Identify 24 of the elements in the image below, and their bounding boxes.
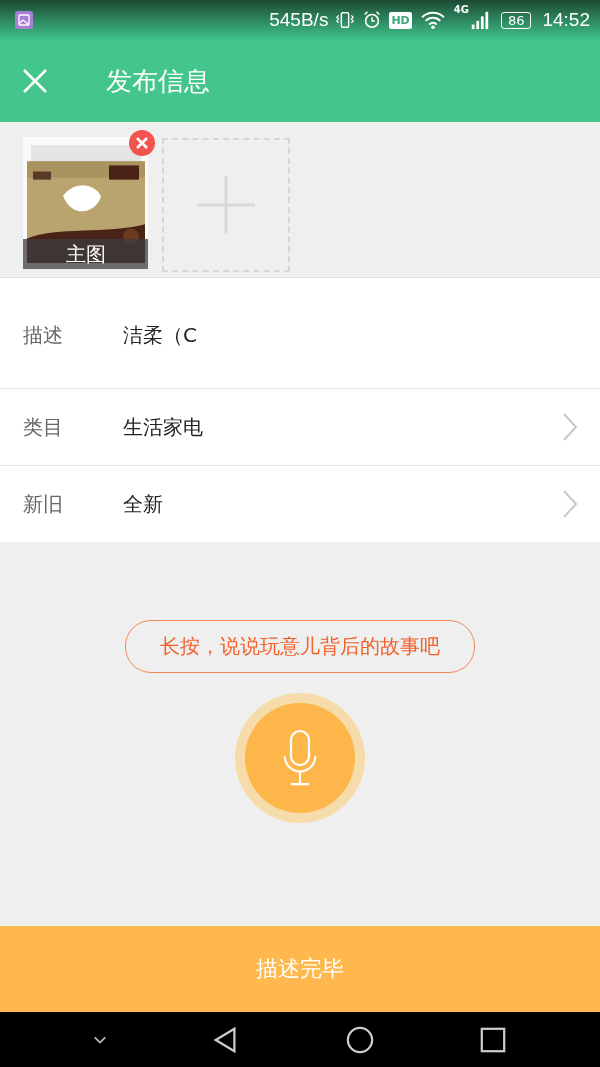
recents-icon[interactable] xyxy=(479,1025,508,1054)
close-icon[interactable] xyxy=(22,68,48,94)
network-speed: 545B/s xyxy=(269,9,329,31)
gallery-icon xyxy=(14,10,34,30)
wifi-icon xyxy=(418,10,447,30)
battery-indicator: 86 xyxy=(500,11,532,29)
microphone-icon xyxy=(282,728,318,788)
field-value: 全新 xyxy=(123,490,164,518)
hint-bubble: 长按，说说玩意儿背后的故事吧 xyxy=(125,620,475,673)
home-icon[interactable] xyxy=(345,1025,374,1054)
network-type: 4G xyxy=(453,4,469,15)
description-field[interactable]: 洁柔（C xyxy=(123,322,578,349)
photo-caption: 主图 xyxy=(23,239,148,269)
field-label: 类目 xyxy=(23,413,64,441)
hd-badge: HD xyxy=(389,11,412,29)
clock: 14:52 xyxy=(542,9,590,31)
field-label: 描述 xyxy=(23,322,64,349)
signal-icon xyxy=(469,10,490,30)
page-title: 发布信息 xyxy=(106,64,210,98)
vibrate-icon xyxy=(335,10,356,30)
field-label: 新旧 xyxy=(23,490,64,518)
delete-icon[interactable] xyxy=(128,129,156,157)
collapse-icon[interactable] xyxy=(92,1034,107,1045)
field-value: 生活家电 xyxy=(123,413,204,441)
